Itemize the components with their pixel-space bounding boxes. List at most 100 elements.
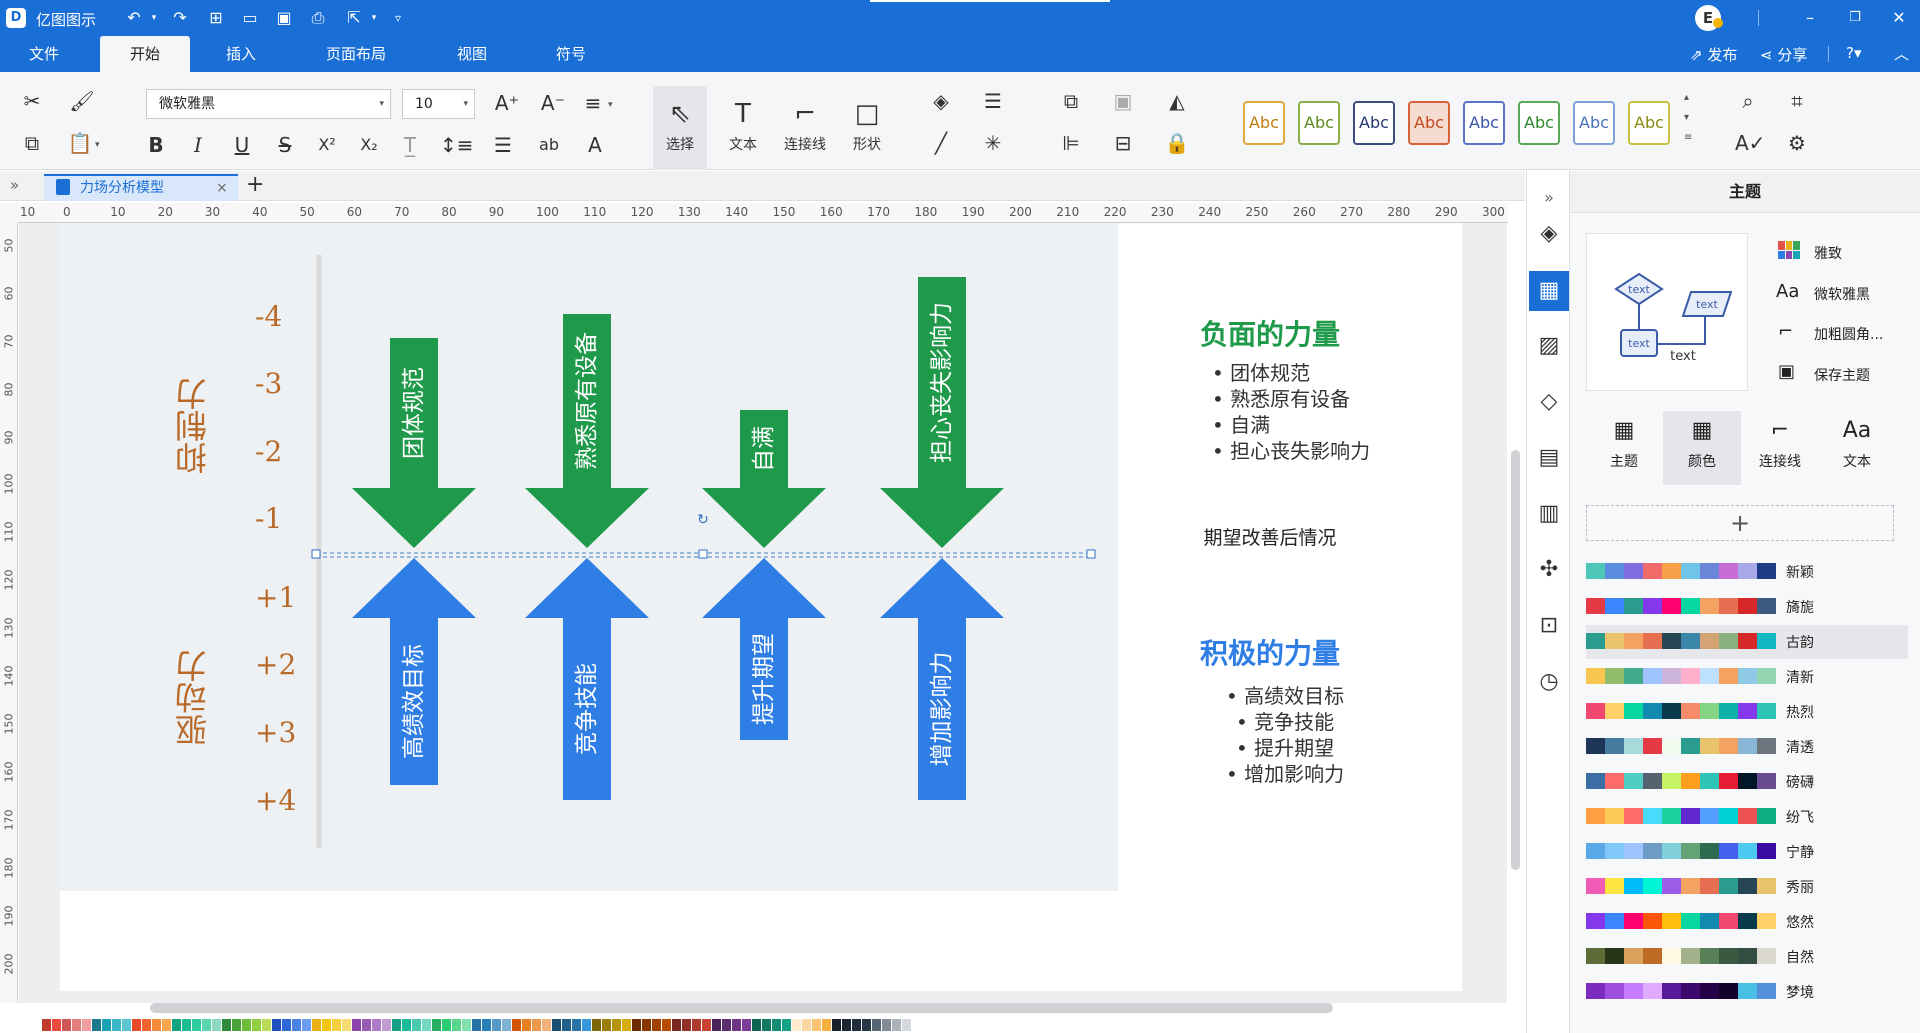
palette-color[interactable] bbox=[172, 1019, 181, 1031]
palette-color[interactable] bbox=[542, 1019, 551, 1031]
palette-color[interactable] bbox=[182, 1019, 191, 1031]
palette-color[interactable] bbox=[642, 1019, 651, 1031]
color-theme-swatch[interactable] bbox=[1586, 703, 1776, 719]
color-theme-name[interactable]: 清透 bbox=[1786, 737, 1814, 757]
color-theme-swatch[interactable] bbox=[1586, 738, 1776, 754]
color-theme-name[interactable]: 自然 bbox=[1786, 947, 1814, 967]
color-theme-swatch[interactable] bbox=[1586, 843, 1776, 859]
palette-color[interactable] bbox=[572, 1019, 581, 1031]
palette-color[interactable] bbox=[162, 1019, 171, 1031]
palette-color[interactable] bbox=[792, 1019, 801, 1031]
help-icon[interactable]: ?▾ bbox=[1846, 44, 1862, 62]
palette-color[interactable] bbox=[552, 1019, 561, 1031]
color-theme-name[interactable]: 旖旎 bbox=[1786, 597, 1814, 617]
color-theme-name[interactable]: 磅礴 bbox=[1786, 772, 1814, 792]
palette-color[interactable] bbox=[802, 1019, 811, 1031]
color-theme-name[interactable]: 古韵 bbox=[1786, 632, 1814, 652]
color-theme-name[interactable]: 悠然 bbox=[1786, 912, 1814, 932]
crop-icon[interactable]: ⌗ bbox=[1784, 88, 1810, 114]
more-tools-icon[interactable]: ⚙ bbox=[1784, 130, 1810, 156]
page-icon[interactable]: ▤ bbox=[1534, 443, 1564, 473]
palette-color[interactable] bbox=[532, 1019, 541, 1031]
palette-color[interactable] bbox=[672, 1019, 681, 1031]
palette-color[interactable] bbox=[152, 1019, 161, 1031]
palette-color[interactable] bbox=[112, 1019, 121, 1031]
palette-color[interactable] bbox=[392, 1019, 401, 1031]
theme-preview[interactable]: text text text text bbox=[1586, 233, 1748, 391]
restore-icon[interactable]: ❐ bbox=[1845, 8, 1865, 28]
palette-color[interactable] bbox=[652, 1019, 661, 1031]
palette-color[interactable] bbox=[352, 1019, 361, 1031]
palette-color[interactable] bbox=[192, 1019, 201, 1031]
palette-color[interactable] bbox=[862, 1019, 871, 1031]
palette-color[interactable] bbox=[772, 1019, 781, 1031]
palette-color[interactable] bbox=[762, 1019, 771, 1031]
palette-color[interactable] bbox=[252, 1019, 261, 1031]
palette-color[interactable] bbox=[722, 1019, 731, 1031]
palette-color[interactable] bbox=[512, 1019, 521, 1031]
history-icon[interactable]: ◷ bbox=[1534, 667, 1564, 697]
color-theme-swatch[interactable] bbox=[1586, 948, 1776, 964]
palette-color[interactable] bbox=[492, 1019, 501, 1031]
palette-color[interactable] bbox=[402, 1019, 411, 1031]
style-swatch[interactable]: Abc bbox=[1628, 101, 1670, 145]
palette-color[interactable] bbox=[312, 1019, 321, 1031]
palette-color[interactable] bbox=[842, 1019, 851, 1031]
fit-icon[interactable]: ✣ bbox=[1534, 555, 1564, 585]
palette-color[interactable] bbox=[612, 1019, 621, 1031]
palette-color[interactable] bbox=[62, 1019, 71, 1031]
palette-color[interactable] bbox=[632, 1019, 641, 1031]
selection-handle-left[interactable] bbox=[311, 549, 321, 559]
color-theme-name[interactable]: 清新 bbox=[1786, 667, 1814, 687]
gallery-scroll-up-icon[interactable]: ▴ bbox=[1684, 92, 1689, 103]
palette-color[interactable] bbox=[592, 1019, 601, 1031]
palette-color[interactable] bbox=[382, 1019, 391, 1031]
palette-color[interactable] bbox=[522, 1019, 531, 1031]
collapse-panel-icon[interactable]: » bbox=[1534, 183, 1564, 213]
palette-color[interactable] bbox=[202, 1019, 211, 1031]
palette-color[interactable] bbox=[292, 1019, 301, 1031]
gallery-scroll-down-icon[interactable]: ▾ bbox=[1684, 112, 1689, 123]
theme-option-save[interactable]: 保存主题 bbox=[1814, 365, 1870, 385]
find-icon[interactable]: ⌕ bbox=[1735, 88, 1761, 114]
image-icon[interactable]: ▨ bbox=[1534, 331, 1564, 361]
presentation-icon[interactable]: ⊡ bbox=[1534, 611, 1564, 641]
style-swatch[interactable]: Abc bbox=[1518, 101, 1560, 145]
palette-color[interactable] bbox=[262, 1019, 271, 1031]
palette-color[interactable] bbox=[132, 1019, 141, 1031]
color-theme-swatch[interactable] bbox=[1586, 913, 1776, 929]
palette-color[interactable] bbox=[472, 1019, 481, 1031]
style-swatch[interactable]: Abc bbox=[1573, 101, 1615, 145]
color-theme-swatch[interactable] bbox=[1586, 598, 1776, 614]
fill-bucket-icon[interactable]: ◈ bbox=[1534, 219, 1564, 249]
palette-color[interactable] bbox=[272, 1019, 281, 1031]
theme-option-font[interactable]: 微软雅黑 bbox=[1814, 284, 1870, 304]
palette-color[interactable] bbox=[782, 1019, 791, 1031]
panel-tab-theme[interactable]: ▦ 主题 bbox=[1586, 411, 1662, 485]
color-theme-name[interactable]: 宁静 bbox=[1786, 842, 1814, 862]
palette-color[interactable] bbox=[422, 1019, 431, 1031]
palette-color[interactable] bbox=[372, 1019, 381, 1031]
selection-handle-center[interactable] bbox=[698, 549, 708, 559]
palette-color[interactable] bbox=[232, 1019, 241, 1031]
palette-color[interactable] bbox=[322, 1019, 331, 1031]
publish-button[interactable]: ⇗ 发布 bbox=[1690, 44, 1737, 65]
theme-panel-icon[interactable]: ▦ bbox=[1529, 271, 1569, 311]
selection-handle-right[interactable] bbox=[1086, 549, 1096, 559]
palette-color[interactable] bbox=[832, 1019, 841, 1031]
close-icon[interactable]: ✕ bbox=[1889, 8, 1909, 28]
color-theme-swatch[interactable] bbox=[1586, 983, 1776, 999]
palette-color[interactable] bbox=[332, 1019, 341, 1031]
color-theme-name[interactable]: 秀丽 bbox=[1786, 877, 1814, 897]
palette-color[interactable] bbox=[212, 1019, 221, 1031]
color-theme-swatch[interactable] bbox=[1586, 563, 1776, 579]
vertical-scrollbar[interactable] bbox=[1511, 450, 1520, 870]
palette-color[interactable] bbox=[302, 1019, 311, 1031]
palette-color[interactable] bbox=[242, 1019, 251, 1031]
palette-color[interactable] bbox=[222, 1019, 231, 1031]
palette-color[interactable] bbox=[282, 1019, 291, 1031]
palette-color[interactable] bbox=[752, 1019, 761, 1031]
rotate-handle-icon[interactable]: ↻ bbox=[697, 512, 709, 528]
theme-option-elegant[interactable]: 雅致 bbox=[1814, 243, 1842, 263]
collapse-ribbon-icon[interactable]: ︿ bbox=[1894, 43, 1909, 64]
